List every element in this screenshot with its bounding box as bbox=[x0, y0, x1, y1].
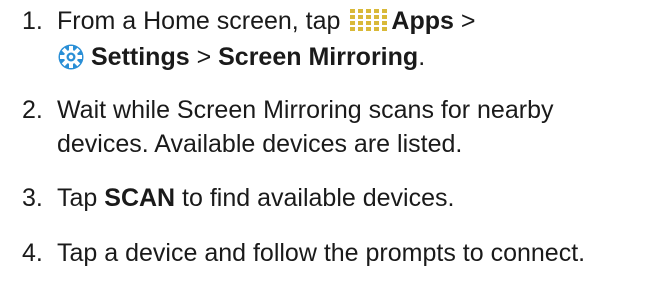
screen-mirroring-label: Screen Mirroring bbox=[218, 43, 419, 71]
step-1-continued: Settings > Screen Mirroring. bbox=[22, 39, 425, 75]
step-3: 3. Tap SCAN to find available devices. bbox=[22, 180, 454, 216]
step-text: Tap bbox=[57, 184, 105, 212]
step-number: 4. bbox=[22, 239, 43, 267]
scan-label: SCAN bbox=[104, 184, 176, 212]
instruction-steps: 1. From a Home screen, tap Apps > Settin… bbox=[0, 0, 667, 285]
step-1: 1. From a Home screen, tap Apps > bbox=[22, 3, 475, 39]
step-text: > bbox=[189, 43, 219, 71]
step-number: 1. bbox=[22, 7, 43, 35]
step-text: > bbox=[453, 7, 476, 35]
step-4: 4. Tap a device and follow the prompts to… bbox=[22, 235, 585, 271]
apps-grid-icon bbox=[349, 6, 389, 31]
step-text: Wait while Screen Mirroring scans for ne… bbox=[57, 96, 554, 124]
step-text: devices. Available devices are listed. bbox=[57, 130, 463, 158]
step-number: 3. bbox=[22, 184, 43, 212]
step-text: From a Home screen, tap bbox=[57, 7, 348, 35]
step-2-continued: devices. Available devices are listed. bbox=[22, 126, 462, 162]
settings-gear-icon bbox=[57, 43, 85, 71]
step-2: 2. Wait while Screen Mirroring scans for … bbox=[22, 92, 553, 128]
step-number: 2. bbox=[22, 96, 43, 124]
apps-label: Apps bbox=[391, 7, 454, 35]
step-text: Tap a device and follow the prompts to c… bbox=[57, 239, 586, 267]
step-text: to find available devices. bbox=[175, 184, 455, 212]
settings-label: Settings bbox=[91, 43, 190, 71]
step-text: . bbox=[418, 43, 426, 71]
